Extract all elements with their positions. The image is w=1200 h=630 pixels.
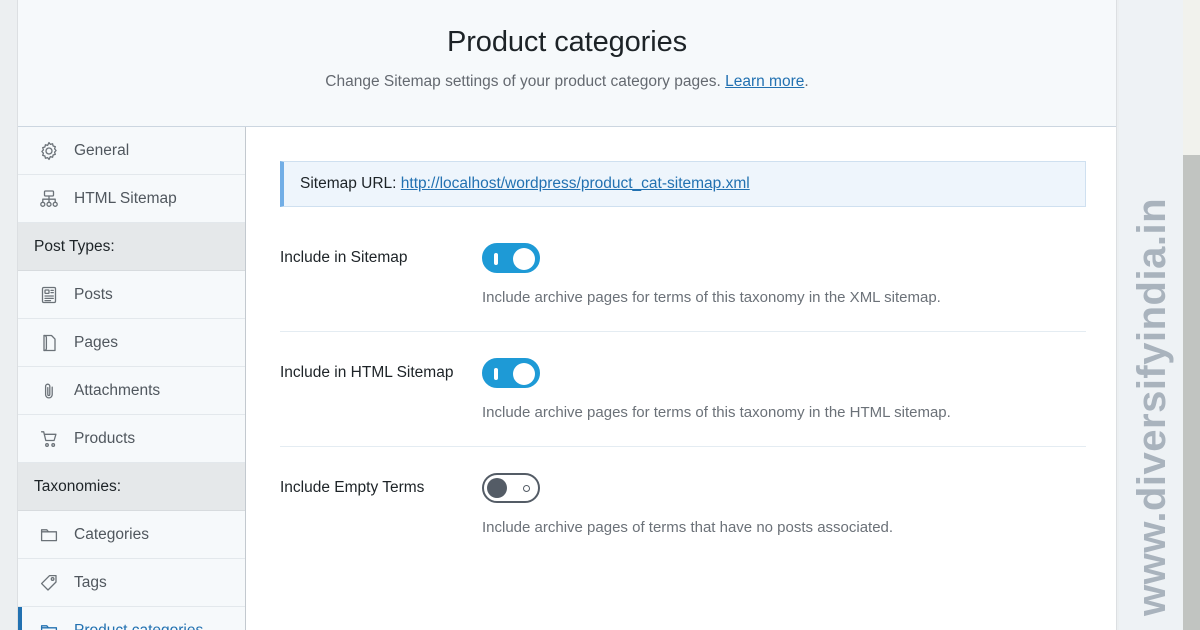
sidebar-item-label: Categories [74, 525, 149, 543]
setting-description: Include archive pages for terms of this … [482, 289, 941, 306]
left-gutter [0, 0, 17, 630]
setting-row: Include Empty Terms Include archive pages… [280, 447, 1086, 561]
sidebar-item-pages[interactable]: Pages [18, 319, 245, 367]
setting-control [482, 243, 540, 273]
toggle-pip [494, 253, 498, 265]
gear-icon [38, 140, 60, 162]
toggle-pip [523, 485, 530, 492]
sidebar-item-posts[interactable]: Posts [18, 271, 245, 319]
sidebar-item-html-sitemap[interactable]: HTML Sitemap [18, 175, 245, 223]
sidebar-item-label: Attachments [74, 381, 161, 399]
sidebar-item-categories[interactable]: Categories [18, 511, 245, 559]
setting-description: Include archive pages for terms of this … [482, 404, 951, 421]
paperclip-icon [38, 380, 60, 402]
sidebar-item-products[interactable]: Products [18, 415, 245, 463]
settings-main: Sitemap URL: http://localhost/wordpress/… [246, 127, 1116, 630]
toggle-knob [513, 363, 535, 385]
toggle-pip [494, 368, 498, 380]
sidebar-item-label: HTML Sitemap [74, 189, 177, 207]
sidebar-group-taxonomies: Taxonomies: [18, 463, 245, 511]
sidebar-item-label: Product categories [74, 621, 204, 630]
tag-icon [38, 572, 60, 594]
sidebar-item-product-categories[interactable]: Product categories [18, 607, 245, 630]
page-scrollbar-thumb[interactable] [1183, 155, 1200, 630]
screenshot-root: Product categories Change Sitemap settin… [0, 0, 1200, 630]
setting-control [482, 358, 540, 388]
setting-control [482, 473, 540, 503]
page-scrollbar-track[interactable] [1183, 0, 1200, 630]
sitemap-tree-icon [38, 188, 60, 210]
sidebar-item-general[interactable]: General [18, 127, 245, 175]
toggle-knob [487, 478, 507, 498]
sidebar-item-label: Tags [74, 573, 107, 591]
sidebar-group-post-types: Post Types: [18, 223, 245, 271]
sidebar-group-label: Post Types: [34, 237, 115, 255]
page-subtitle-period: . [804, 73, 809, 90]
toggle-knob [513, 248, 535, 270]
sidebar-item-label: Products [74, 429, 136, 447]
site-watermark: www.diversifyindia.in [1129, 198, 1174, 616]
sidebar-item-tags[interactable]: Tags [18, 559, 245, 607]
page-header: Product categories Change Sitemap settin… [18, 0, 1116, 127]
page-subtitle: Change Sitemap settings of your product … [18, 73, 1116, 91]
sidebar-item-attachments[interactable]: Attachments [18, 367, 245, 415]
page-icon [38, 332, 60, 354]
sidebar-item-label: Pages [74, 333, 118, 351]
sitemap-url-notice: Sitemap URL: http://localhost/wordpress/… [280, 161, 1086, 207]
toggle-switch-off[interactable] [482, 473, 540, 503]
setting-row: Include in Sitemap Include archive pages … [280, 241, 1086, 332]
setting-row: Include in HTML Sitemap Include archive p… [280, 332, 1086, 447]
sitemap-url-link[interactable]: http://localhost/wordpress/product_cat-s… [401, 175, 750, 192]
page-body: General HTML Sitemap Post Types: Posts Pages… [18, 127, 1116, 630]
post-document-icon [38, 284, 60, 306]
setting-description: Include archive pages of terms that have… [482, 519, 894, 536]
page-title: Product categories [447, 26, 687, 58]
setting-label: Include Empty Terms [280, 479, 425, 496]
setting-label: Include in Sitemap [280, 249, 408, 266]
settings-card: Product categories Change Sitemap settin… [17, 0, 1117, 630]
toggle-switch-on[interactable] [482, 358, 540, 388]
settings-sidebar: General HTML Sitemap Post Types: Posts Pages… [18, 127, 246, 630]
toggle-switch-on[interactable] [482, 243, 540, 273]
settings-list: Include in Sitemap Include archive pages … [280, 241, 1086, 561]
sidebar-group-label: Taxonomies: [34, 477, 122, 495]
folder-icon [38, 524, 60, 546]
shopping-cart-icon [38, 428, 60, 450]
learn-more-link[interactable]: Learn more [725, 73, 804, 90]
setting-label: Include in HTML Sitemap [280, 364, 454, 381]
sidebar-item-label: Posts [74, 285, 113, 303]
sitemap-url-label: Sitemap URL: [300, 175, 397, 192]
sidebar-item-label: General [74, 141, 130, 159]
page-subtitle-text: Change Sitemap settings of your product … [325, 73, 721, 90]
folder-icon [38, 620, 60, 630]
